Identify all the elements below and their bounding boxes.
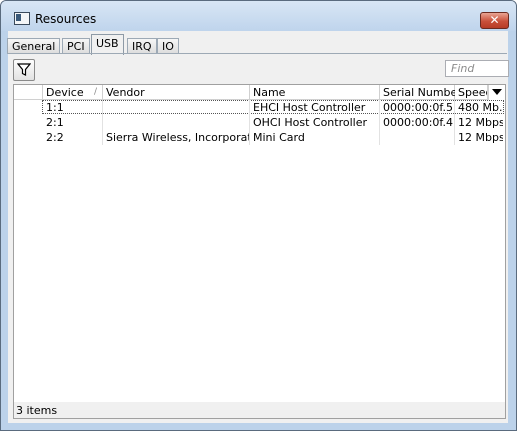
item-count: 3 items	[16, 404, 58, 417]
columns-dropdown-icon[interactable]	[488, 85, 505, 100]
cell-speed: 480 Mb...	[458, 101, 503, 114]
status-bar: 3 items	[13, 402, 506, 419]
title-bar[interactable]: Resources ✕	[1, 1, 516, 31]
usb-devices-table: Device / Vendor Name Serial Number Speed…	[13, 84, 506, 403]
column-header-name[interactable]: Name	[250, 85, 380, 100]
column-header-device[interactable]: Device /	[43, 85, 103, 100]
filter-icon	[17, 63, 31, 76]
cell-device: 2:2	[43, 130, 103, 145]
row-marker-header	[14, 85, 43, 100]
column-header-serial-number[interactable]: Serial Number	[380, 85, 462, 100]
table-row[interactable]: 2:1 OHCI Host Controller 0000:00:0f.4 12…	[14, 115, 505, 130]
cell-speed: 12 Mbps	[458, 131, 503, 144]
cell-vendor	[103, 100, 250, 115]
table-row[interactable]: 2:2 Sierra Wireless, Incorporated Mini C…	[14, 130, 505, 145]
cell-serial-number: 0000:00:0f.5	[380, 100, 455, 115]
window-title: Resources	[35, 12, 97, 26]
column-header-device-label: Device	[46, 86, 84, 99]
cell-vendor	[103, 115, 250, 130]
column-header-speed[interactable]: Speed	[455, 85, 488, 100]
tab-io[interactable]: IO	[157, 38, 179, 54]
window-app-icon	[14, 12, 30, 25]
cell-device: 1:1	[43, 100, 103, 115]
cell-serial-number: 0000:00:0f.4	[380, 115, 455, 130]
cell-vendor: Sierra Wireless, Incorporated	[103, 130, 250, 145]
filter-button[interactable]	[13, 59, 35, 81]
tab-divider	[7, 53, 507, 54]
cell-speed: 12 Mbps	[458, 116, 503, 129]
tab-pci[interactable]: PCI	[62, 38, 90, 54]
find-input[interactable]	[445, 60, 509, 77]
cell-device: 2:1	[43, 115, 103, 130]
table-row[interactable]: 1:1 EHCI Host Controller 0000:00:0f.5 48…	[14, 100, 505, 115]
tab-irq[interactable]: IRQ	[127, 38, 157, 54]
close-button[interactable]: ✕	[480, 12, 509, 29]
column-header-vendor[interactable]: Vendor	[103, 85, 250, 100]
cell-serial-number	[380, 130, 455, 145]
tab-general[interactable]: General	[7, 38, 61, 54]
sort-icon: /	[93, 87, 97, 97]
cell-name: Mini Card	[250, 130, 380, 145]
cell-name: EHCI Host Controller	[250, 100, 380, 115]
cell-name: OHCI Host Controller	[250, 115, 380, 130]
tab-usb[interactable]: USB	[91, 34, 124, 55]
